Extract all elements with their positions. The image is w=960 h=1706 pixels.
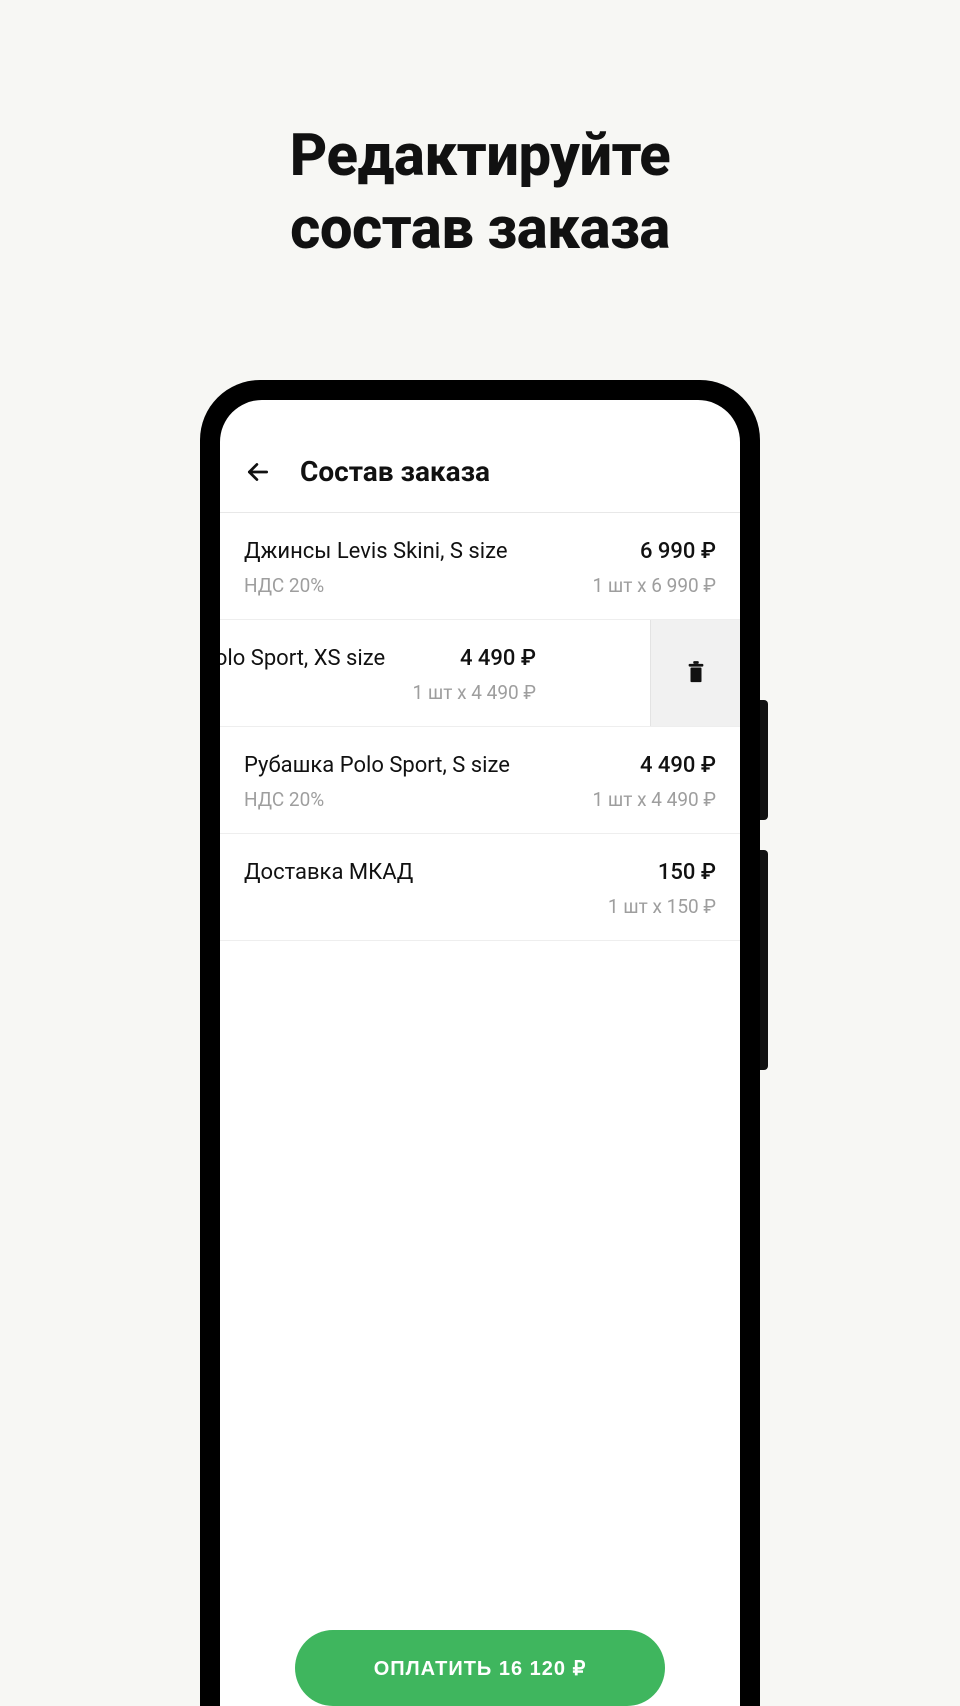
order-item-price: 4 490 ₽	[413, 646, 537, 671]
order-item-content: Доставка МКАД 150 ₽ 1 шт x 150 ₽	[220, 834, 740, 940]
phone-mockup: Состав заказа Джинсы Levis Skini, S size…	[200, 380, 760, 1706]
order-item-row[interactable]: шка Polo Sport, XS size 0% 4 490 ₽ 1 шт x 4…	[220, 620, 740, 727]
order-item-content: Рубашка Polo Sport, S size НДС 20% 4 490 ₽…	[220, 727, 740, 833]
back-button[interactable]	[244, 458, 272, 486]
order-item-left: шка Polo Sport, XS size 0%	[220, 646, 401, 704]
order-item-name: шка Polo Sport, XS size	[220, 646, 401, 671]
order-item-row[interactable]: Джинсы Levis Skini, S size НДС 20% 6 990 ₽…	[220, 513, 740, 620]
order-item-right: 4 490 ₽ 1 шт x 4 490 ₽	[593, 753, 717, 811]
arrow-left-icon	[245, 459, 271, 485]
order-item-right: 4 490 ₽ 1 шт x 4 490 ₽	[413, 646, 537, 704]
order-item-price: 6 990 ₽	[593, 539, 717, 564]
app-header: Состав заказа	[220, 400, 740, 513]
order-items-list: Джинсы Levis Skini, S size НДС 20% 6 990 ₽…	[220, 513, 740, 941]
order-item-vat: 0%	[220, 681, 401, 704]
order-item-left: Доставка МКАД	[244, 860, 596, 918]
order-item-vat: НДС 20%	[244, 788, 581, 811]
promo-line-2: состав заказа	[0, 193, 960, 266]
order-item-name: Джинсы Levis Skini, S size	[244, 539, 581, 564]
phone-screen: Состав заказа Джинсы Levis Skini, S size…	[220, 400, 740, 1706]
order-item-content: Джинсы Levis Skini, S size НДС 20% 6 990 ₽…	[220, 513, 740, 619]
page-title: Состав заказа	[300, 455, 490, 488]
phone-frame: Состав заказа Джинсы Levis Skini, S size…	[200, 380, 760, 1706]
order-item-name: Доставка МКАД	[244, 860, 596, 885]
order-item-right: 150 ₽ 1 шт x 150 ₽	[608, 860, 716, 918]
order-item-row[interactable]: Рубашка Polo Sport, S size НДС 20% 4 490 ₽…	[220, 727, 740, 834]
promo-title: Редактируйте состав заказа	[0, 0, 960, 265]
delete-item-button[interactable]	[650, 620, 740, 726]
order-item-content: шка Polo Sport, XS size 0% 4 490 ₽ 1 шт x 4…	[220, 620, 560, 726]
phone-side-button	[760, 850, 768, 1070]
trash-icon	[685, 660, 707, 686]
order-item-row[interactable]: Доставка МКАД 150 ₽ 1 шт x 150 ₽	[220, 834, 740, 941]
order-item-price: 4 490 ₽	[593, 753, 717, 778]
phone-side-button	[760, 700, 768, 820]
order-item-price: 150 ₽	[608, 860, 716, 885]
order-item-unit: 1 шт x 6 990 ₽	[593, 574, 717, 597]
order-item-unit: 1 шт x 4 490 ₽	[593, 788, 717, 811]
order-item-left: Джинсы Levis Skini, S size НДС 20%	[244, 539, 581, 597]
order-item-unit: 1 шт x 150 ₽	[608, 895, 716, 918]
order-item-unit: 1 шт x 4 490 ₽	[413, 681, 537, 704]
order-item-name: Рубашка Polo Sport, S size	[244, 753, 581, 778]
pay-button[interactable]: ОПЛАТИТЬ 16 120 ₽	[295, 1630, 665, 1706]
order-item-right: 6 990 ₽ 1 шт x 6 990 ₽	[593, 539, 717, 597]
pay-button-label: ОПЛАТИТЬ 16 120 ₽	[374, 1656, 587, 1681]
order-item-left: Рубашка Polo Sport, S size НДС 20%	[244, 753, 581, 811]
promo-line-1: Редактируйте	[0, 120, 960, 193]
order-item-vat: НДС 20%	[244, 574, 581, 597]
